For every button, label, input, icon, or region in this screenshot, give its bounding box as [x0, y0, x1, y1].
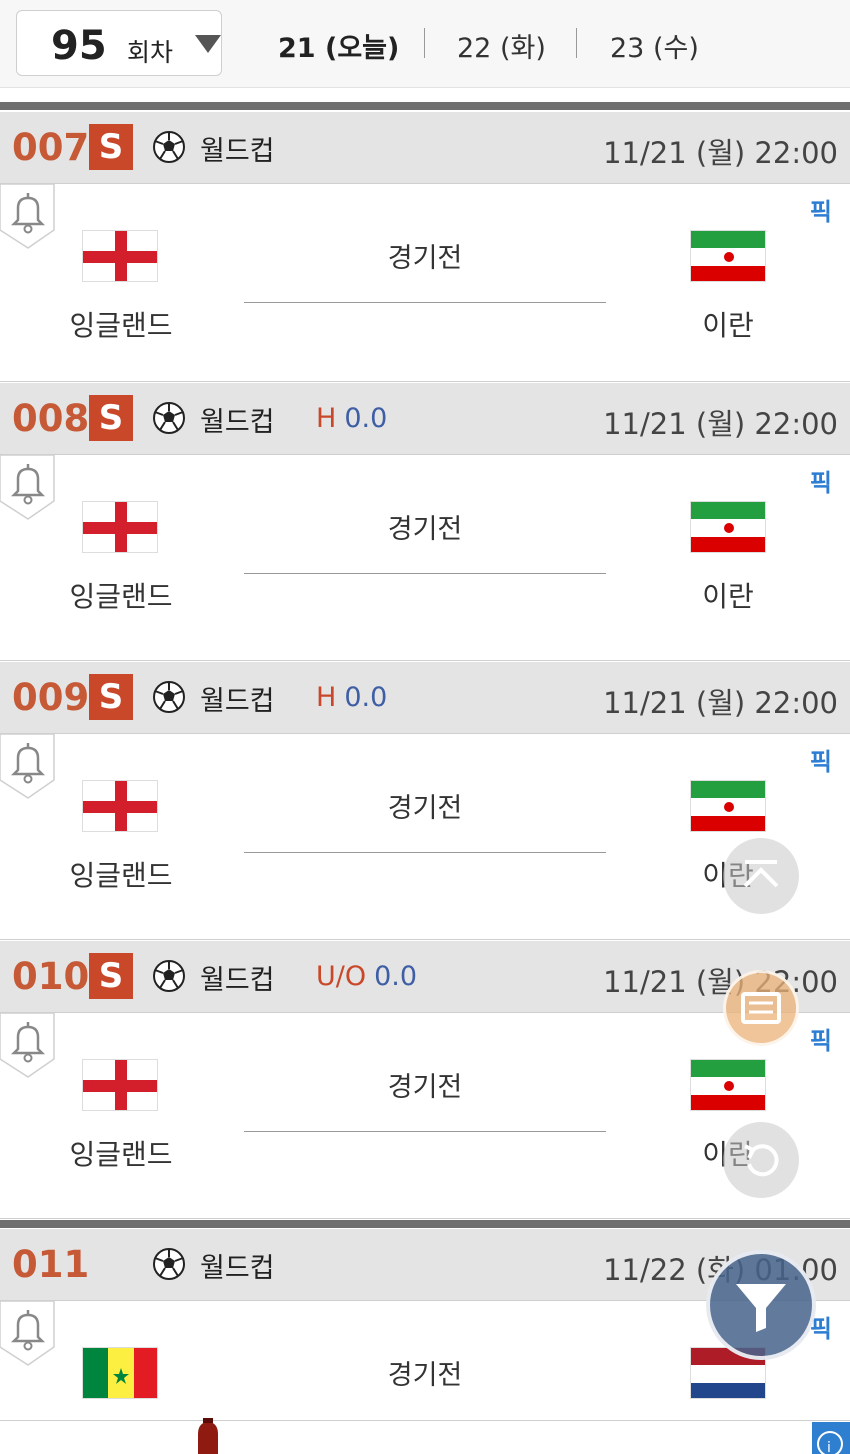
- league-name: 월드컵: [200, 965, 275, 996]
- refresh-icon: [744, 1144, 779, 1177]
- tab-day-21[interactable]: 21 (오늘): [278, 26, 399, 65]
- score-divider: [244, 1131, 606, 1132]
- away-flag-icon: [690, 230, 766, 282]
- handicap-type: H: [316, 403, 337, 434]
- home-flag-icon: [82, 501, 158, 553]
- tab-divider: [424, 28, 425, 58]
- game-row[interactable]: 픽경기전잉글랜드 이란: [0, 454, 850, 661]
- soccer-ball-icon: [152, 1247, 186, 1281]
- league-name: 월드컵: [200, 407, 275, 438]
- round-unit: 회차: [127, 38, 174, 67]
- game-number: 007: [12, 126, 90, 169]
- pick-button[interactable]: 픽: [810, 1021, 832, 1056]
- game-time: 11/21 (월) 22:00: [603, 136, 838, 170]
- game-number: 010: [12, 955, 90, 998]
- special-badge: S: [89, 124, 133, 170]
- game-number: 011: [12, 1243, 90, 1286]
- special-badge: S: [89, 674, 133, 720]
- ad-info-button[interactable]: i: [812, 1422, 850, 1454]
- home-team-name: 잉글랜드: [69, 859, 173, 892]
- special-badge: S: [89, 953, 133, 999]
- match-status: 경기전: [387, 1360, 463, 1391]
- handicap: U/O 0.0: [316, 961, 417, 992]
- match-status: 경기전: [387, 793, 463, 824]
- home-flag-icon: [82, 1347, 158, 1399]
- soccer-ball-icon: [152, 680, 186, 714]
- home-team-name: 잉글랜드: [69, 580, 173, 613]
- refresh-button[interactable]: [723, 1122, 799, 1198]
- away-flag-icon: [690, 780, 766, 832]
- scroll-top-icon: [743, 860, 779, 888]
- handicap-value: 0.0: [344, 403, 388, 434]
- league-name: 월드컵: [200, 136, 275, 167]
- list-icon: [741, 992, 781, 1024]
- tab-divider: [576, 28, 577, 58]
- bell-icon[interactable]: [0, 1300, 56, 1367]
- ad-image[interactable]: [180, 1418, 236, 1454]
- filter-icon: [736, 1284, 786, 1332]
- game-time: 11/21 (월) 22:00: [603, 965, 838, 999]
- handicap: H 0.0: [316, 682, 387, 713]
- section-divider: [0, 102, 850, 110]
- game-number: 008: [12, 397, 90, 440]
- home-flag-icon: [82, 230, 158, 282]
- info-icon: i: [817, 1431, 843, 1454]
- score-divider: [244, 852, 606, 853]
- bell-icon[interactable]: [0, 1012, 56, 1079]
- game-header: 009 S 월드컵 H 0.0 11/21 (월) 22:00: [0, 662, 850, 734]
- round-number: 95: [51, 23, 107, 69]
- game-header: 008 S 월드컵 H 0.0 11/21 (월) 22:00: [0, 383, 850, 455]
- svg-text:i: i: [827, 1440, 831, 1454]
- round-tab-bar: 95 회차 21 (오늘) 22 (화) 23 (수): [0, 0, 850, 88]
- away-flag-icon: [690, 501, 766, 553]
- chevron-down-icon: [195, 35, 221, 53]
- scroll-top-button[interactable]: [723, 838, 799, 914]
- round-select[interactable]: 95 회차: [16, 10, 222, 76]
- tab-day-22[interactable]: 22 (화): [457, 26, 546, 65]
- bell-icon[interactable]: [0, 183, 56, 250]
- match-status: 경기전: [387, 514, 463, 545]
- league-name: 월드컵: [200, 686, 275, 717]
- handicap: H 0.0: [316, 403, 387, 434]
- game-time: 11/21 (월) 22:00: [603, 686, 838, 720]
- handicap-type: H: [316, 682, 337, 713]
- game-time: 11/21 (월) 22:00: [603, 407, 838, 441]
- match-status: 경기전: [387, 243, 463, 274]
- pick-button[interactable]: 픽: [810, 742, 832, 777]
- tab-day-23[interactable]: 23 (수): [610, 26, 699, 65]
- section-divider: [0, 1220, 850, 1228]
- handicap-value: 0.0: [374, 961, 418, 992]
- away-team-name: 이란: [702, 309, 754, 342]
- league-name: 월드컵: [200, 1253, 275, 1284]
- list-view-button[interactable]: [723, 970, 799, 1046]
- pick-button[interactable]: 픽: [810, 192, 832, 227]
- handicap-value: 0.0: [344, 682, 388, 713]
- score-divider: [244, 573, 606, 574]
- away-team-name: 이란: [702, 580, 754, 613]
- soccer-ball-icon: [152, 959, 186, 993]
- pick-button[interactable]: 픽: [810, 463, 832, 498]
- home-team-name: 잉글랜드: [69, 309, 173, 342]
- game-header: 007 S 월드컵 11/21 (월) 22:00: [0, 112, 850, 184]
- filter-button[interactable]: [706, 1250, 816, 1360]
- special-badge: S: [89, 395, 133, 441]
- score-divider: [244, 302, 606, 303]
- bell-icon[interactable]: [0, 454, 56, 521]
- away-flag-icon: [690, 1059, 766, 1111]
- bell-icon[interactable]: [0, 733, 56, 800]
- home-team-name: 잉글랜드: [69, 1138, 173, 1171]
- soccer-ball-icon: [152, 401, 186, 435]
- home-flag-icon: [82, 780, 158, 832]
- handicap-type: U/O: [316, 961, 367, 992]
- home-flag-icon: [82, 1059, 158, 1111]
- soccer-ball-icon: [152, 130, 186, 164]
- match-status: 경기전: [387, 1072, 463, 1103]
- game-row[interactable]: 픽경기전잉글랜드 이란: [0, 183, 850, 382]
- game-number: 009: [12, 676, 90, 719]
